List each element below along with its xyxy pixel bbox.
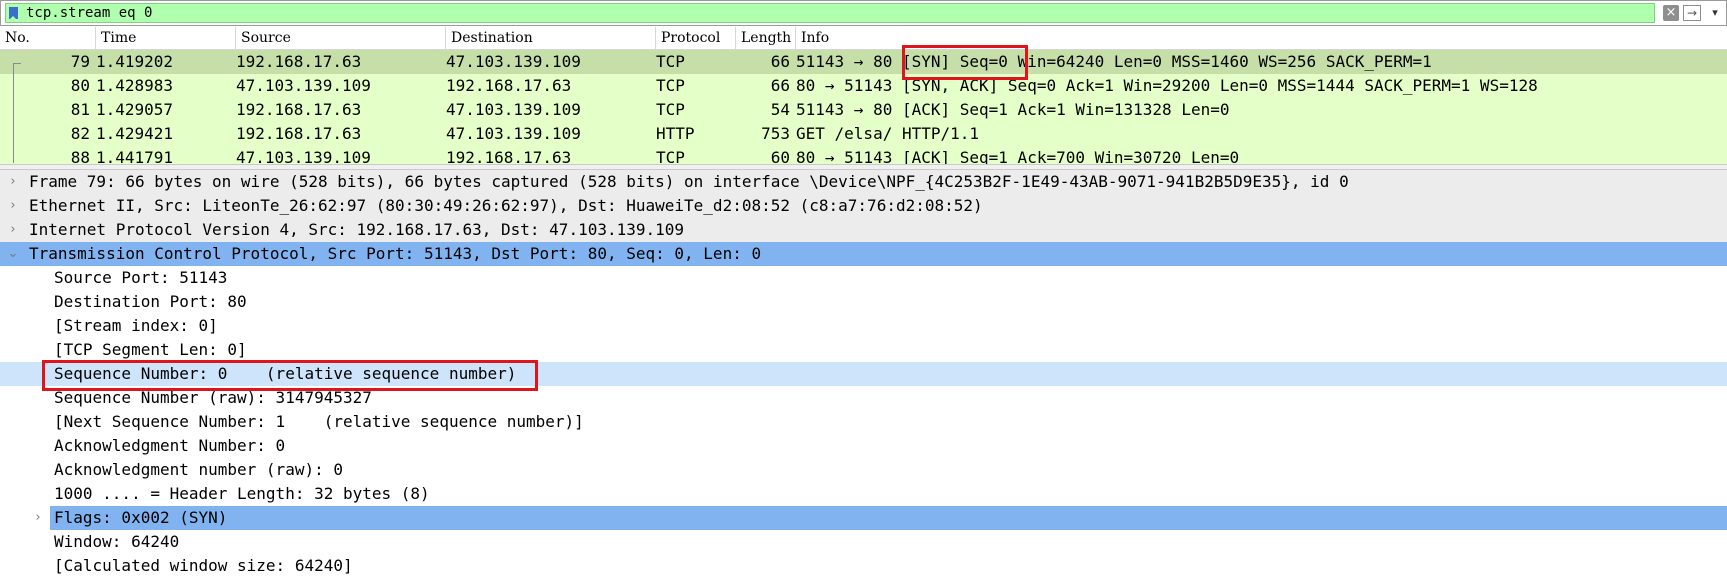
tcp-field-window[interactable]: Window: 64240 [0, 530, 1727, 554]
tcp-field-label: Destination Port: 80 [54, 292, 247, 311]
collapse-arrow-icon[interactable]: ⌄ [6, 242, 20, 266]
packet-protocol: TCP [656, 148, 685, 164]
packet-row[interactable]: 82 1.429421 192.168.17.63 47.103.139.109… [0, 122, 1727, 146]
tcp-field-label: Window: 64240 [54, 532, 180, 551]
packet-protocol: TCP [656, 100, 685, 119]
tcp-field-sequence-number[interactable]: Sequence Number: 0 (relative sequence nu… [0, 362, 1727, 386]
tcp-field-label: Flags: 0x002 (SYN) [54, 508, 228, 527]
packet-length: 753 [761, 124, 790, 143]
display-filter-input[interactable]: tcp.stream eq 0 [5, 3, 1655, 23]
tcp-field-ack-number-raw[interactable]: Acknowledgment number (raw): 0 [0, 458, 1727, 482]
packet-list-header: No. Time Source Destination Protocol Len… [0, 27, 1727, 50]
tree-item-ethernet[interactable]: › Ethernet II, Src: LiteonTe_26:62:97 (8… [0, 194, 1727, 218]
packet-length: 60 [770, 148, 790, 164]
packet-time: 1.429057 [96, 100, 174, 119]
packet-row[interactable]: 81 1.429057 192.168.17.63 47.103.139.109… [0, 98, 1727, 122]
packet-destination: 47.103.139.109 [446, 124, 581, 143]
packet-info-suffix: Win=64240 Len=0 MSS=1460 WS=256 SACK_PER… [1007, 52, 1432, 71]
packet-destination: 47.103.139.109 [446, 100, 581, 119]
column-header-destination[interactable]: Destination [446, 27, 656, 49]
tcp-field-label: [Calculated window size: 64240] [54, 556, 353, 575]
tcp-field-flags[interactable]: › Flags: 0x002 (SYN) [0, 506, 1727, 530]
expand-arrow-icon[interactable]: › [6, 170, 20, 194]
tree-item-ip[interactable]: › Internet Protocol Version 4, Src: 192.… [0, 218, 1727, 242]
display-filter-bar: tcp.stream eq 0 × → ▾ [0, 0, 1727, 26]
tree-item-label: Internet Protocol Version 4, Src: 192.16… [29, 220, 685, 239]
packet-source: 192.168.17.63 [236, 100, 362, 119]
tcp-field-label: Sequence Number: 0 (relative sequence nu… [54, 364, 517, 383]
tcp-field-calculated-window-size[interactable]: [Calculated window size: 64240] [0, 554, 1727, 578]
packet-length: 54 [770, 100, 790, 119]
tree-item-label: Frame 79: 66 bytes on wire (528 bits), 6… [29, 172, 1349, 191]
tree-item-label: Ethernet II, Src: LiteonTe_26:62:97 (80:… [29, 196, 983, 215]
tcp-field-stream-index[interactable]: [Stream index: 0] [0, 314, 1727, 338]
packet-source: 192.168.17.63 [236, 52, 362, 71]
tcp-field-label: [TCP Segment Len: 0] [54, 340, 247, 359]
column-header-no[interactable]: No. [0, 27, 96, 49]
tcp-field-label: Acknowledgment Number: 0 [54, 436, 286, 455]
tcp-field-source-port[interactable]: Source Port: 51143 [0, 266, 1727, 290]
packet-info-highlighted: [SYN] Seq=0 [901, 52, 1008, 71]
packet-row-selected[interactable]: 79 1.419202 192.168.17.63 47.103.139.109… [0, 50, 1727, 74]
column-header-length[interactable]: Length [736, 27, 796, 49]
packet-info: 51143 → 80 [ACK] Seq=1 Ack=1 Win=131328 … [796, 100, 1230, 119]
expand-arrow-icon[interactable]: › [6, 218, 20, 242]
packet-info: GET /elsa/ HTTP/1.1 [796, 124, 980, 143]
filter-text: tcp.stream eq 0 [26, 5, 153, 21]
packet-info-prefix: 51143 → 80 [796, 52, 902, 71]
filter-dropdown-icon[interactable]: ▾ [1708, 4, 1722, 22]
packet-info: 80 → 51143 [ACK] Seq=1 Ack=700 Win=30720… [796, 148, 1240, 164]
packet-length: 66 [770, 76, 790, 95]
packet-time: 1.429421 [96, 124, 174, 143]
bookmark-icon[interactable] [9, 7, 18, 20]
tcp-field-destination-port[interactable]: Destination Port: 80 [0, 290, 1727, 314]
flags-selection-bar [50, 506, 1727, 530]
packet-destination: 192.168.17.63 [446, 76, 572, 95]
expand-arrow-icon[interactable]: › [6, 194, 20, 218]
tcp-field-sequence-number-raw[interactable]: Sequence Number (raw): 3147945327 [0, 386, 1727, 410]
tcp-field-label: [Next Sequence Number: 1 (relative seque… [54, 412, 584, 431]
packet-source: 192.168.17.63 [236, 124, 362, 143]
tcp-field-label: Sequence Number (raw): 3147945327 [54, 388, 372, 407]
tree-item-tcp[interactable]: ⌄ Transmission Control Protocol, Src Por… [0, 242, 1727, 266]
tcp-field-header-length[interactable]: 1000 .... = Header Length: 32 bytes (8) [0, 482, 1727, 506]
packet-time: 1.419202 [96, 52, 174, 71]
clear-filter-icon[interactable]: × [1663, 5, 1679, 21]
packet-length: 66 [770, 52, 790, 71]
packet-protocol: TCP [656, 76, 685, 95]
packet-row[interactable]: 80 1.428983 47.103.139.109 192.168.17.63… [0, 74, 1727, 98]
tcp-field-label: [Stream index: 0] [54, 316, 218, 335]
tcp-field-label: Source Port: 51143 [54, 268, 228, 287]
packet-source: 47.103.139.109 [236, 76, 371, 95]
column-header-source[interactable]: Source [236, 27, 446, 49]
packet-time: 1.428983 [96, 76, 174, 95]
packet-protocol: TCP [656, 52, 685, 71]
conversation-bracket-tick [13, 63, 21, 64]
packet-source: 47.103.139.109 [236, 148, 371, 164]
tcp-field-ack-number[interactable]: Acknowledgment Number: 0 [0, 434, 1727, 458]
packet-info: 80 → 51143 [SYN, ACK] Seq=0 Ack=1 Win=29… [796, 76, 1538, 95]
packet-protocol: HTTP [656, 124, 695, 143]
tcp-field-label: 1000 .... = Header Length: 32 bytes (8) [54, 484, 430, 503]
tree-item-label: Transmission Control Protocol, Src Port:… [29, 244, 762, 263]
packet-info: 51143 → 80 [SYN] Seq=0 Win=64240 Len=0 M… [796, 50, 1432, 74]
column-header-info[interactable]: Info [796, 27, 1727, 49]
packet-destination: 47.103.139.109 [446, 52, 581, 71]
packet-list: 79 1.419202 192.168.17.63 47.103.139.109… [0, 50, 1727, 164]
tcp-field-next-sequence-number[interactable]: [Next Sequence Number: 1 (relative seque… [0, 410, 1727, 434]
tree-item-frame[interactable]: › Frame 79: 66 bytes on wire (528 bits),… [0, 170, 1727, 194]
apply-filter-icon[interactable]: → [1683, 5, 1701, 21]
packet-destination: 192.168.17.63 [446, 148, 572, 164]
expand-arrow-icon[interactable]: › [31, 506, 45, 530]
conversation-bracket-line [13, 63, 14, 163]
packet-time: 1.441791 [96, 148, 174, 164]
tcp-field-segment-len[interactable]: [TCP Segment Len: 0] [0, 338, 1727, 362]
column-header-protocol[interactable]: Protocol [656, 27, 736, 49]
packet-row[interactable]: 88 1.441791 47.103.139.109 192.168.17.63… [0, 146, 1727, 164]
packet-details-pane: › Frame 79: 66 bytes on wire (528 bits),… [0, 170, 1727, 581]
column-header-time[interactable]: Time [96, 27, 236, 49]
tcp-field-label: Acknowledgment number (raw): 0 [54, 460, 343, 479]
